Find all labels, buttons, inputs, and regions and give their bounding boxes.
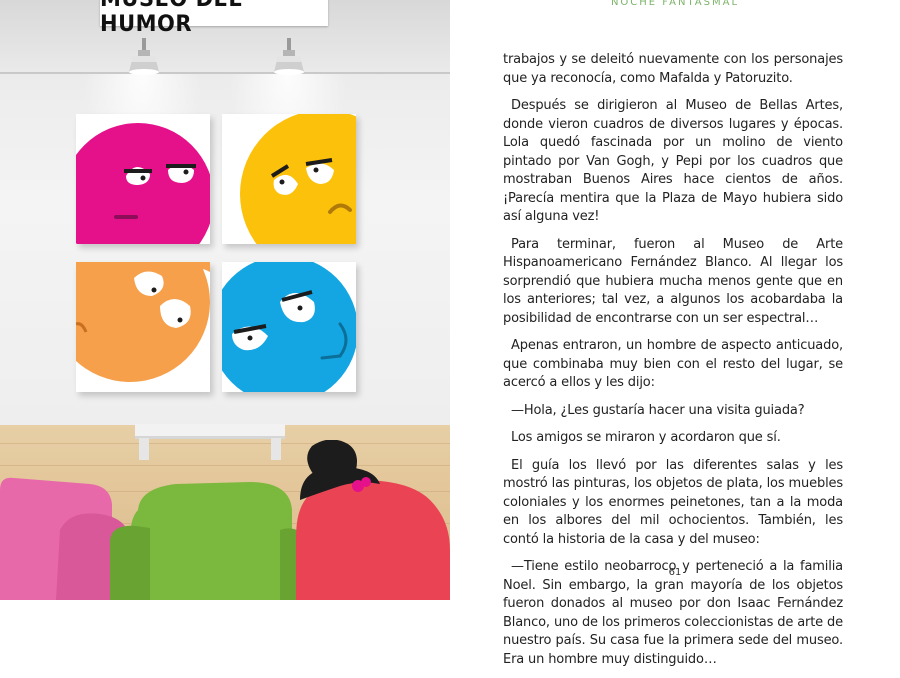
running-head: NOCHE FANTASMAL xyxy=(610,0,740,8)
yellow-face-painting xyxy=(222,114,356,244)
paragraph: Apenas entraron, un hombre de aspecto an… xyxy=(503,338,843,390)
museum-sign-text: MUSEO DEL HUMOR xyxy=(100,0,242,37)
spotlight-icon xyxy=(129,38,159,75)
blue-face-icon xyxy=(222,262,356,392)
magenta-face-icon xyxy=(76,123,210,244)
illustration-page: MUSEO DEL HUMOR xyxy=(0,0,450,600)
magenta-face-painting xyxy=(76,114,210,244)
paragraph: Después se dirigieron al Museo de Bellas… xyxy=(503,98,843,224)
visitors-from-behind xyxy=(0,440,450,600)
paragraph: El guía los llevó por las diferentes sal… xyxy=(503,457,843,547)
yellow-face-icon xyxy=(240,114,356,244)
text-page: NOCHE FANTASMAL trabajos y se deleitó nu… xyxy=(450,0,900,667)
orange-face-painting xyxy=(76,262,210,392)
paragraph: Los amigos se miraron y acordaron que sí… xyxy=(511,430,781,445)
paragraph: Para terminar, fueron al Museo de Arte H… xyxy=(503,236,843,326)
paragraph: trabajos y se deleitó nuevamente con los… xyxy=(503,52,843,86)
book-spread: MUSEO DEL HUMOR xyxy=(0,0,900,667)
paragraph: —Hola, ¿Les gustaría hacer una visita gu… xyxy=(511,402,805,418)
blue-face-painting xyxy=(222,262,356,392)
museum-sign: MUSEO DEL HUMOR xyxy=(100,0,328,36)
story-text: trabajos y se deleitó nuevamente con los… xyxy=(503,51,843,678)
page-number: 61 xyxy=(668,567,682,578)
ceiling-edge xyxy=(0,72,450,74)
spotlight-icon xyxy=(274,38,304,75)
orange-face-icon xyxy=(76,262,210,382)
